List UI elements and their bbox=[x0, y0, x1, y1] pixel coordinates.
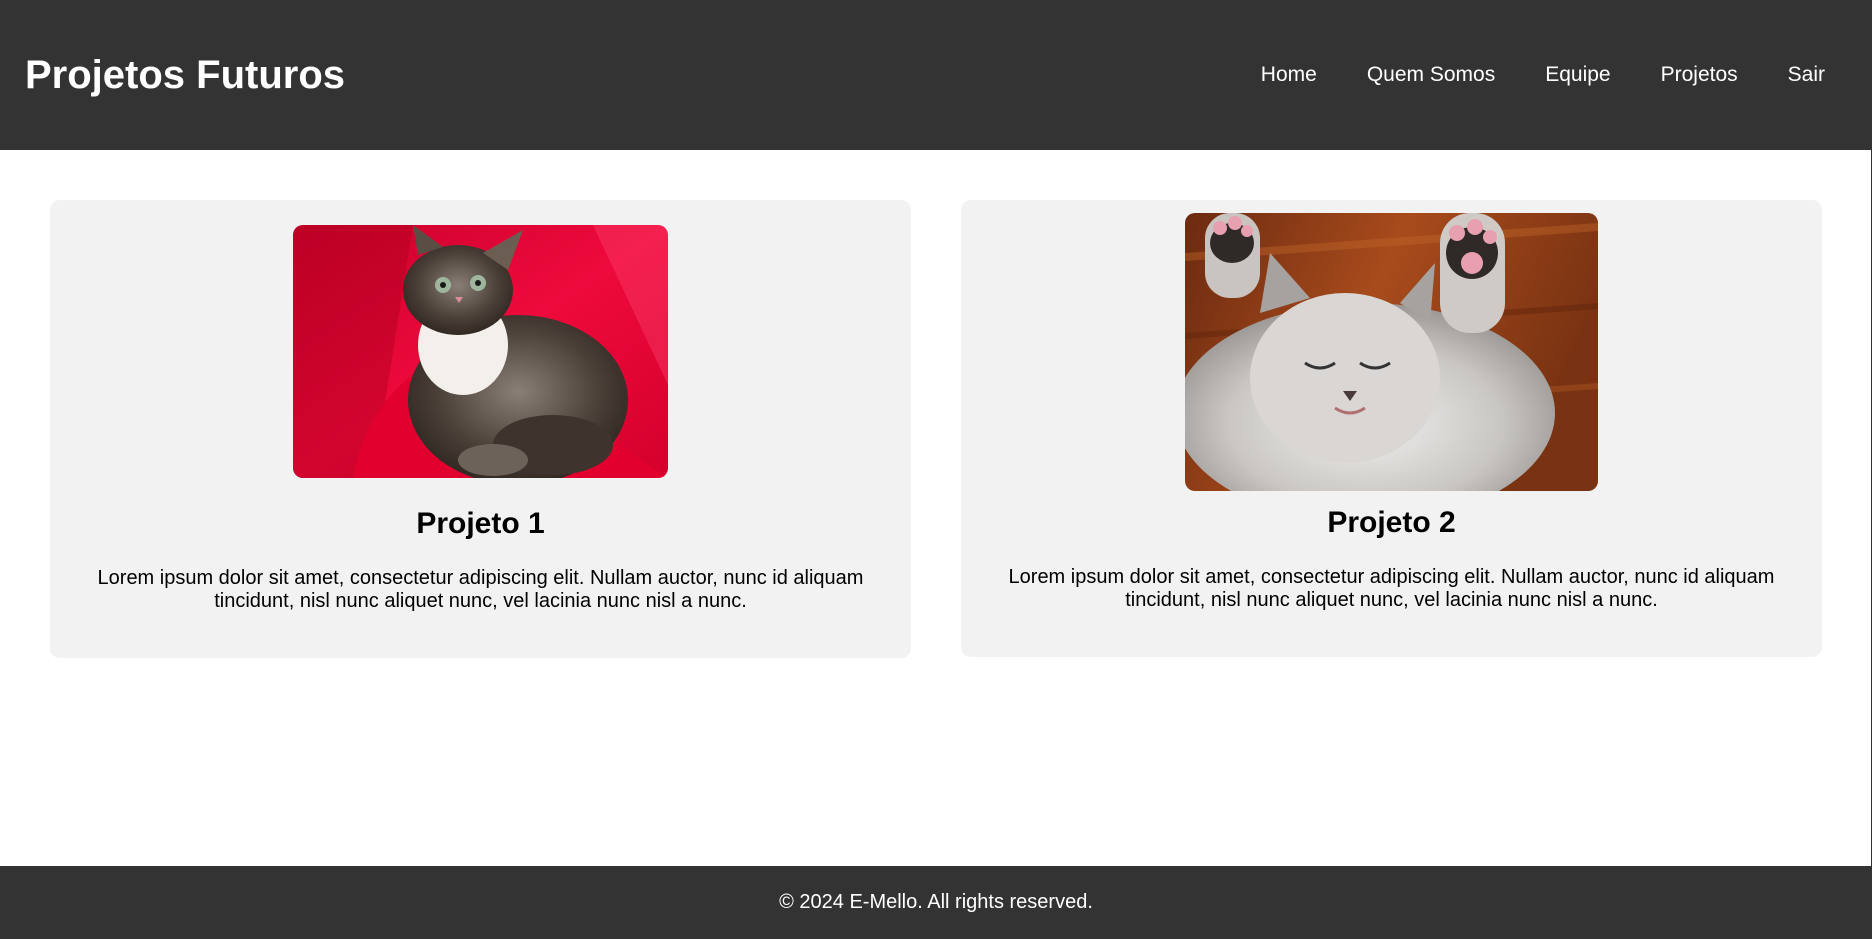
copyright-text: © 2024 E-Mello. All rights reserved. bbox=[779, 891, 1093, 913]
page: Projetos Futuros Home Quem Somos Equipe … bbox=[0, 0, 1872, 939]
nav-link-sair[interactable]: Sair bbox=[1788, 58, 1825, 92]
nav-link-home[interactable]: Home bbox=[1261, 58, 1317, 92]
project-title-2: Projeto 2 bbox=[1327, 506, 1456, 539]
site-header: Projetos Futuros Home Quem Somos Equipe … bbox=[0, 0, 1872, 150]
main-nav: Home Quem Somos Equipe Projetos Sair bbox=[1261, 58, 1825, 92]
project-image-1 bbox=[293, 225, 668, 478]
site-footer: © 2024 E-Mello. All rights reserved. bbox=[0, 866, 1872, 939]
project-title-1: Projeto 1 bbox=[416, 507, 545, 540]
project-image-2 bbox=[1185, 213, 1598, 491]
project-description-2: Lorem ipsum dolor sit amet, consectetur … bbox=[1008, 566, 1775, 611]
nav-link-equipe[interactable]: Equipe bbox=[1545, 58, 1610, 92]
kitten-photo bbox=[293, 225, 668, 478]
site-title: Projetos Futuros bbox=[25, 53, 346, 97]
nav-link-projetos[interactable]: Projetos bbox=[1661, 58, 1738, 92]
project-card-1: Projeto 1 Lorem ipsum dolor sit amet, co… bbox=[50, 200, 911, 658]
project-card-2: Projeto 2 Lorem ipsum dolor sit amet, co… bbox=[961, 200, 1822, 657]
project-description-1: Lorem ipsum dolor sit amet, consectetur … bbox=[97, 567, 864, 612]
browser-viewport: Projetos Futuros Home Quem Somos Equipe … bbox=[0, 0, 1873, 939]
sleeping-kitten-photo bbox=[1185, 213, 1598, 491]
nav-link-quem-somos[interactable]: Quem Somos bbox=[1367, 58, 1495, 92]
